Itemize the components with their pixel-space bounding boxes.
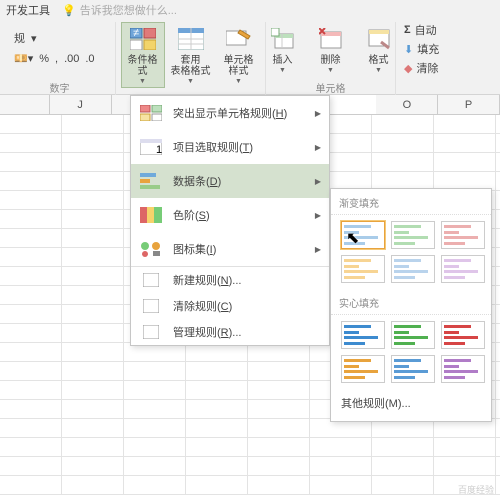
menu-item[interactable]: 色阶(S) ▶ xyxy=(131,198,329,232)
menu-item[interactable]: 突出显示单元格规则(H) ▶ xyxy=(131,96,329,130)
menu-label: 管理规则(R)... xyxy=(173,324,241,340)
number-format-combo[interactable]: 规▾ xyxy=(10,28,41,48)
menu-icon xyxy=(139,103,163,123)
tell-me[interactable]: 💡 告诉我您想做什么... xyxy=(62,2,177,18)
svg-text:≠: ≠ xyxy=(132,28,138,39)
menu-label: 清除规则(C) xyxy=(173,298,232,314)
tell-me-placeholder: 告诉我您想做什么... xyxy=(80,5,177,17)
conditional-format-menu: 突出显示单元格规则(H)▶10项目选取规则(T)▶数据条(D)▶色阶(S)▶图标… xyxy=(130,95,330,346)
ribbon: 开发工具 💡 告诉我您想做什么... 规▾ 💴▾ % , .00 .0 数字 ≠ xyxy=(0,0,500,95)
menu-icon xyxy=(139,205,163,225)
conditional-format-button[interactable]: ≠ 条件格式▼ xyxy=(121,22,165,88)
bulb-icon: 💡 xyxy=(62,5,76,17)
menu-label: 项目选取规则(T) xyxy=(173,139,253,155)
group-cells: 插入▼ 删除▼ 格式▼ 单元格 xyxy=(266,22,396,97)
data-bar-swatch[interactable] xyxy=(391,321,435,349)
chevron-right-icon: ▶ xyxy=(315,211,321,220)
autosum-button[interactable]: Σ自动 xyxy=(404,22,437,38)
tab-developer[interactable]: 开发工具 xyxy=(6,2,50,18)
menu-item[interactable]: 清除规则(C) xyxy=(131,293,329,319)
chevron-down-icon: ▼ xyxy=(139,78,146,85)
menu-icon: 10 xyxy=(139,137,163,157)
col-header[interactable]: J xyxy=(50,95,112,114)
data-bar-swatch[interactable] xyxy=(441,221,485,249)
section-label: 渐变填充 xyxy=(331,189,491,215)
comma-button[interactable]: , xyxy=(55,53,58,65)
format-icon xyxy=(365,25,393,53)
data-bar-swatch[interactable] xyxy=(391,355,435,383)
menu-icon xyxy=(139,171,163,191)
menu-item[interactable]: 图标集(I) ▶ xyxy=(131,232,329,266)
delete-button[interactable]: 删除▼ xyxy=(309,22,353,77)
data-bar-swatch[interactable] xyxy=(341,321,385,349)
menu-label: 突出显示单元格规则(H) xyxy=(173,105,287,121)
chevron-right-icon: ▶ xyxy=(315,177,321,186)
data-bar-swatch[interactable] xyxy=(391,221,435,249)
menu-item[interactable]: 新建规则(N)... xyxy=(131,267,329,293)
section-label: 实心填充 xyxy=(331,289,491,315)
col-header[interactable]: O xyxy=(376,95,438,114)
data-bar-swatch[interactable] xyxy=(391,255,435,283)
more-rules-item[interactable]: 其他规则(M)... xyxy=(331,389,491,417)
table-format-button[interactable]: 套用 表格格式▼ xyxy=(169,22,213,88)
chevron-right-icon: ▶ xyxy=(315,245,321,254)
data-bar-swatch[interactable] xyxy=(441,255,485,283)
menu-icon xyxy=(139,239,163,259)
menu-icon xyxy=(139,322,163,342)
fill-button[interactable]: ⬇填充 xyxy=(404,41,439,57)
chevron-right-icon: ▶ xyxy=(315,109,321,118)
ribbon-body: 规▾ 💴▾ % , .00 .0 数字 ≠ 条件格式▼ 套用 表 xyxy=(0,20,500,75)
table-format-icon xyxy=(177,25,205,53)
percent-button[interactable]: % xyxy=(39,53,49,65)
conditional-format-icon: ≠ xyxy=(129,25,157,53)
menu-label: 图标集(I) xyxy=(173,241,216,257)
data-bar-swatch[interactable] xyxy=(341,255,385,283)
menu-item[interactable]: 管理规则(R)... xyxy=(131,319,329,345)
menu-icon xyxy=(139,270,163,290)
cell-styles-button[interactable]: 单元格样式▼ xyxy=(217,22,261,88)
format-button[interactable]: 格式▼ xyxy=(357,22,401,77)
menu-label: 新建规则(N)... xyxy=(173,272,241,288)
currency-button[interactable]: 💴▾ xyxy=(14,52,33,65)
insert-button[interactable]: 插入▼ xyxy=(261,22,305,77)
menu-item[interactable]: 10 项目选取规则(T) ▶ xyxy=(131,130,329,164)
ribbon-tabs: 开发工具 💡 告诉我您想做什么... xyxy=(0,0,500,20)
data-bar-swatch[interactable] xyxy=(441,321,485,349)
group-editing: Σ自动 ⬇填充 ◆清除 xyxy=(396,22,445,97)
menu-icon xyxy=(139,296,163,316)
data-bar-swatch[interactable] xyxy=(341,221,385,249)
menu-item[interactable]: 数据条(D) ▶ xyxy=(131,164,329,198)
watermark: 百度经验 xyxy=(458,483,494,496)
data-bars-submenu: 渐变填充实心填充其他规则(M)... xyxy=(330,188,492,422)
cell-styles-icon xyxy=(225,25,253,53)
group-styles: ≠ 条件格式▼ 套用 表格格式▼ 单元格样式▼ xyxy=(116,22,266,97)
data-bar-swatch[interactable] xyxy=(441,355,485,383)
data-bar-swatch[interactable] xyxy=(341,355,385,383)
chevron-right-icon: ▶ xyxy=(315,143,321,152)
dec-decimal-button[interactable]: .0 xyxy=(85,53,94,65)
clear-button[interactable]: ◆清除 xyxy=(404,60,438,76)
svg-text:10: 10 xyxy=(156,144,162,155)
col-header[interactable]: P xyxy=(438,95,500,114)
inc-decimal-button[interactable]: .00 xyxy=(64,53,79,65)
menu-label: 数据条(D) xyxy=(173,173,221,189)
insert-icon xyxy=(269,25,297,53)
delete-icon xyxy=(317,25,345,53)
group-number: 规▾ 💴▾ % , .00 .0 数字 xyxy=(4,22,116,97)
menu-label: 色阶(S) xyxy=(173,207,210,223)
